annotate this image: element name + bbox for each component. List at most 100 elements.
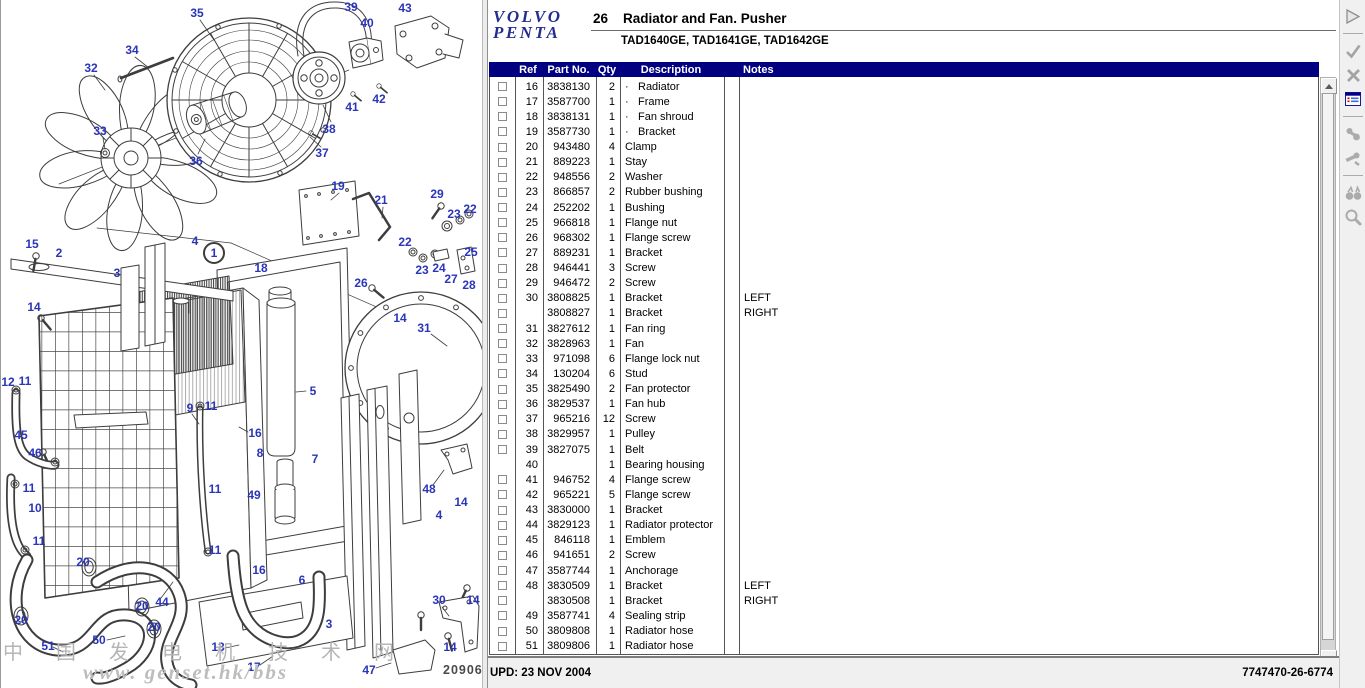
row-checkbox[interactable] — [498, 536, 507, 545]
diagram-callout-11[interactable]: 11 — [23, 481, 36, 495]
diagram-callout-35[interactable]: 35 — [190, 6, 203, 20]
table-row[interactable]: 20 943480 4 Clamp — [490, 140, 1318, 155]
row-checkbox[interactable] — [498, 279, 507, 288]
diagram-callout-20[interactable]: 20 — [147, 620, 160, 634]
table-row[interactable]: 23 866857 2 Rubber bushing — [490, 185, 1318, 200]
row-checkbox[interactable] — [498, 369, 507, 378]
table-row[interactable]: 44 3829123 1 Radiator protector — [490, 518, 1318, 533]
row-checkbox[interactable] — [498, 627, 507, 636]
table-row[interactable]: 31 3827612 1 Fan ring — [490, 321, 1318, 336]
diagram-callout-16[interactable]: 16 — [248, 426, 261, 440]
table-row[interactable]: 51 3809806 1 Radiator hose — [490, 639, 1318, 654]
scroll-up-icon[interactable] — [1321, 78, 1337, 94]
row-checkbox[interactable] — [498, 430, 507, 439]
diagram-callout-44[interactable]: 44 — [155, 595, 168, 609]
diagram-callout-22[interactable]: 22 — [398, 235, 411, 249]
diagram-callout-48[interactable]: 48 — [422, 482, 435, 496]
table-row[interactable]: 28 946441 3 Screw — [490, 261, 1318, 276]
diagram-callout-37[interactable]: 37 — [315, 146, 328, 160]
row-checkbox[interactable] — [498, 294, 507, 303]
diagram-callout-15[interactable]: 15 — [25, 237, 38, 251]
row-checkbox[interactable] — [498, 596, 507, 605]
table-row[interactable]: 37 965216 12 Screw — [490, 412, 1318, 427]
table-row[interactable]: 47 3587744 1 Anchorage — [490, 563, 1318, 578]
row-checkbox[interactable] — [498, 127, 507, 136]
row-checkbox[interactable] — [498, 490, 507, 499]
diagram-callout-46[interactable]: 46 — [28, 446, 41, 460]
table-row[interactable]: 36 3829537 1 Fan hub — [490, 397, 1318, 412]
table-row[interactable]: 30 3808825 1 Bracket LEFT — [490, 291, 1318, 306]
diagram-callout-40[interactable]: 40 — [360, 16, 373, 30]
accept-icon[interactable] — [1342, 40, 1364, 62]
diagram-callout-2[interactable]: 2 — [56, 246, 63, 260]
table-row[interactable]: 41 946752 4 Flange screw — [490, 472, 1318, 487]
diagram-callout-11[interactable]: 11 — [19, 374, 32, 388]
diagram-callout-4[interactable]: 4 — [192, 234, 199, 248]
diagram-callout-27[interactable]: 27 — [444, 272, 457, 286]
diagram-callout-5[interactable]: 5 — [310, 384, 317, 398]
diagram-callout-1[interactable]: 1 — [203, 242, 225, 264]
row-checkbox[interactable] — [498, 264, 507, 273]
row-checkbox[interactable] — [498, 566, 507, 575]
diagram-callout-14[interactable]: 14 — [27, 300, 40, 314]
diagram-callout-9[interactable]: 9 — [187, 401, 194, 415]
diagram-callout-6[interactable]: 6 — [299, 573, 306, 587]
diagram-callout-23[interactable]: 23 — [415, 263, 428, 277]
diagram-callout-25[interactable]: 25 — [464, 245, 477, 259]
row-checkbox[interactable] — [498, 218, 507, 227]
table-row[interactable]: 24 252202 1 Bushing — [490, 200, 1318, 215]
diagram-callout-14[interactable]: 14 — [443, 640, 456, 654]
row-checkbox[interactable] — [498, 158, 507, 167]
diagram-callout-20[interactable]: 20 — [14, 613, 27, 627]
assemble-icon[interactable] — [1342, 147, 1364, 169]
diagram-callout-21[interactable]: 21 — [374, 193, 387, 207]
row-checkbox[interactable] — [498, 233, 507, 242]
table-row[interactable]: 16 3838130 2 ·Radiator — [490, 79, 1318, 94]
diagram-callout-20[interactable]: 20 — [135, 599, 148, 613]
diagram-callout-33[interactable]: 33 — [93, 124, 106, 138]
row-checkbox[interactable] — [498, 143, 507, 152]
diagram-callout-12[interactable]: 12 — [1, 375, 14, 389]
diagram-callout-41[interactable]: 41 — [345, 100, 358, 114]
table-row[interactable]: 39 3827075 1 Belt — [490, 442, 1318, 457]
table-row[interactable]: 46 941651 2 Screw — [490, 548, 1318, 563]
row-checkbox[interactable] — [498, 521, 507, 530]
diagram-callout-19[interactable]: 19 — [331, 179, 344, 193]
diagram-callout-43[interactable]: 43 — [398, 1, 411, 15]
table-row[interactable]: 26 968302 1 Flange screw — [490, 230, 1318, 245]
table-row[interactable]: 43 3830000 1 Bracket — [490, 503, 1318, 518]
table-row[interactable]: 45 846118 1 Emblem — [490, 533, 1318, 548]
row-checkbox[interactable] — [498, 339, 507, 348]
forward-icon[interactable] — [1342, 5, 1364, 27]
table-row[interactable]: 35 3825490 2 Fan protector — [490, 382, 1318, 397]
diagram-callout-10[interactable]: 10 — [28, 501, 41, 515]
row-checkbox[interactable] — [498, 173, 507, 182]
table-row[interactable]: 17 3587700 1 ·Frame — [490, 94, 1318, 109]
row-checkbox[interactable] — [498, 385, 507, 394]
row-checkbox[interactable] — [498, 309, 507, 318]
table-row[interactable]: 27 889231 1 Bracket — [490, 245, 1318, 260]
table-row[interactable]: 3830508 1 Bracket RIGHT — [490, 593, 1318, 608]
row-checkbox[interactable] — [498, 642, 507, 651]
diagram-callout-11[interactable]: 11 — [209, 482, 222, 496]
diagram-callout-42[interactable]: 42 — [372, 92, 385, 106]
diagram-callout-14[interactable]: 14 — [454, 495, 467, 509]
row-checkbox[interactable] — [498, 581, 507, 590]
row-checkbox[interactable] — [498, 324, 507, 333]
diagram-callout-32[interactable]: 32 — [84, 61, 97, 75]
diagram-callout-31[interactable]: 31 — [417, 321, 430, 335]
table-row[interactable]: 22 948556 2 Washer — [490, 170, 1318, 185]
diagram-callout-26[interactable]: 26 — [354, 276, 367, 290]
diagram-callout-23[interactable]: 23 — [447, 207, 460, 221]
cancel-icon[interactable] — [1342, 64, 1364, 86]
table-row[interactable]: 3808827 1 Bracket RIGHT — [490, 306, 1318, 321]
table-row[interactable]: 40 1 Bearing housing — [490, 457, 1318, 472]
diagram-callout-30[interactable]: 30 — [432, 593, 445, 607]
row-checkbox[interactable] — [498, 475, 507, 484]
diagram-callout-8[interactable]: 8 — [257, 446, 264, 460]
parts-list-icon[interactable] — [1342, 88, 1364, 110]
table-row[interactable]: 32 3828963 1 Fan — [490, 336, 1318, 351]
diagram-callout-3[interactable]: 3 — [114, 266, 121, 280]
diagram-callout-36[interactable]: 36 — [189, 154, 202, 168]
diagram-callout-4[interactable]: 4 — [436, 508, 443, 522]
